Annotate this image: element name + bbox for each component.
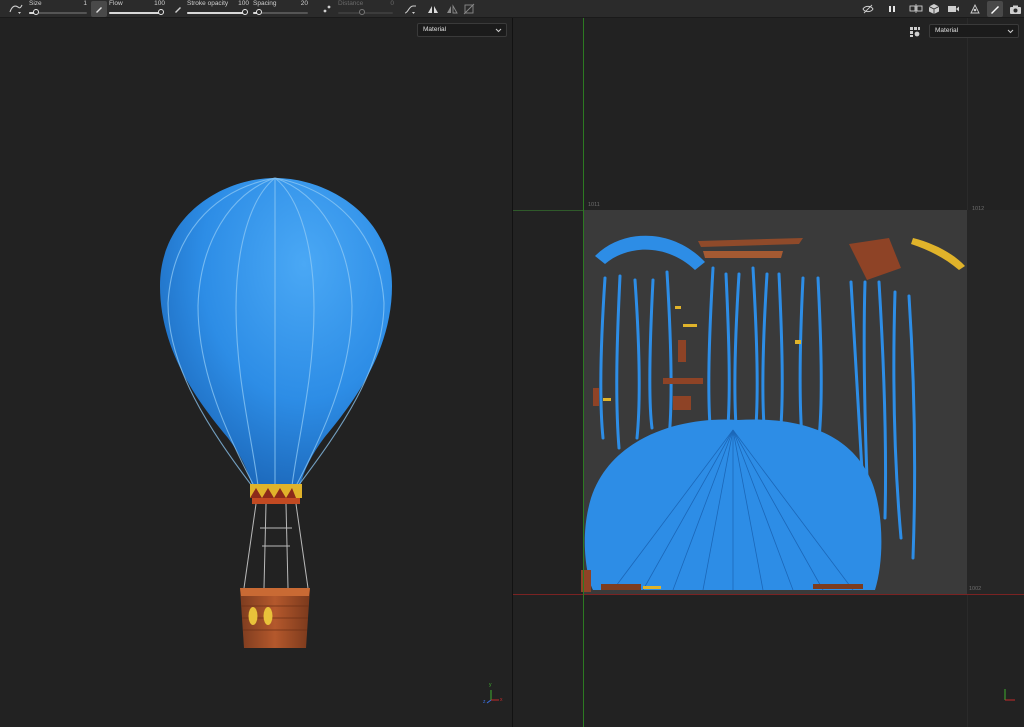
stroke-opacity-handle[interactable] <box>242 9 248 15</box>
size-slider[interactable]: Size 1 <box>29 0 87 18</box>
transform-icon[interactable] <box>461 1 477 17</box>
flow-slider[interactable]: Flow 100 <box>109 0 165 18</box>
distance-slider: Distance 0 <box>338 0 394 18</box>
spacing-label: Spacing <box>253 0 277 7</box>
top-toolbar: Size 1 Flow 100 Stroke opacity 100 Spaci… <box>0 0 1024 18</box>
viewport-3d[interactable]: Material y x z <box>0 18 512 727</box>
eraser-icon[interactable] <box>170 1 186 17</box>
axis-gizmo-3d: y x z <box>482 682 504 705</box>
spacing-handle[interactable] <box>256 9 262 15</box>
spacing-slider[interactable]: Spacing 20 <box>253 0 308 18</box>
flow-fill <box>109 12 161 14</box>
hot-air-balloon-model <box>160 177 392 648</box>
cube-icon[interactable] <box>926 1 942 17</box>
distance-handle <box>359 9 365 15</box>
stroke-opacity-slider[interactable]: Stroke opacity 100 <box>187 0 249 18</box>
balloon-envelope <box>160 178 392 486</box>
axis-gizmo-uv <box>999 683 1021 705</box>
material-channel-label-2d: Material <box>935 27 959 34</box>
u-axis-line <box>513 594 1024 595</box>
axis-label-z: z <box>483 699 486 705</box>
pause-icon[interactable] <box>884 1 900 17</box>
video-icon[interactable] <box>945 1 961 17</box>
view-options-icon[interactable] <box>907 24 923 40</box>
size-label: Size <box>29 0 42 7</box>
symmetry-off-icon[interactable] <box>444 1 460 17</box>
uv-small-parts <box>603 306 801 401</box>
pattern-icon[interactable] <box>319 1 335 17</box>
v-axis-line <box>583 18 584 727</box>
size-value: 1 <box>83 0 87 7</box>
axis-label-y: y <box>489 682 492 688</box>
material-channel-dropdown-2d[interactable]: Material <box>929 24 1019 38</box>
chevron-down-icon <box>1007 25 1014 42</box>
balloon-ropes <box>243 503 309 589</box>
camera-views-icon[interactable] <box>908 1 924 17</box>
stroke-opacity-value: 100 <box>238 0 249 7</box>
brush-stroke-icon[interactable] <box>8 1 24 17</box>
flow-handle[interactable] <box>158 9 164 15</box>
paint-brush-icon[interactable] <box>987 1 1003 17</box>
stroke-opacity-fill <box>187 12 245 14</box>
pen-tip-icon[interactable] <box>91 1 107 17</box>
curve-icon[interactable] <box>403 1 419 17</box>
screenshot-icon[interactable] <box>1007 1 1023 17</box>
distance-track <box>338 12 393 14</box>
distance-label: Distance <box>338 0 364 7</box>
size-handle[interactable] <box>33 9 39 15</box>
uv-layout <box>581 235 965 592</box>
lights-icon[interactable] <box>967 1 983 17</box>
symmetry-icon[interactable] <box>425 1 441 17</box>
flow-value: 100 <box>154 0 165 7</box>
spacing-value: 20 <box>300 0 308 7</box>
axis-label-x: x <box>500 697 503 703</box>
viewport-uv[interactable]: 1011 1012 1001 1002 Material <box>513 18 1024 727</box>
stroke-opacity-label: Stroke opacity <box>187 0 229 7</box>
visibility-off-icon[interactable] <box>860 1 876 17</box>
flow-label: Flow <box>109 0 123 7</box>
distance-value: 0 <box>390 0 394 7</box>
